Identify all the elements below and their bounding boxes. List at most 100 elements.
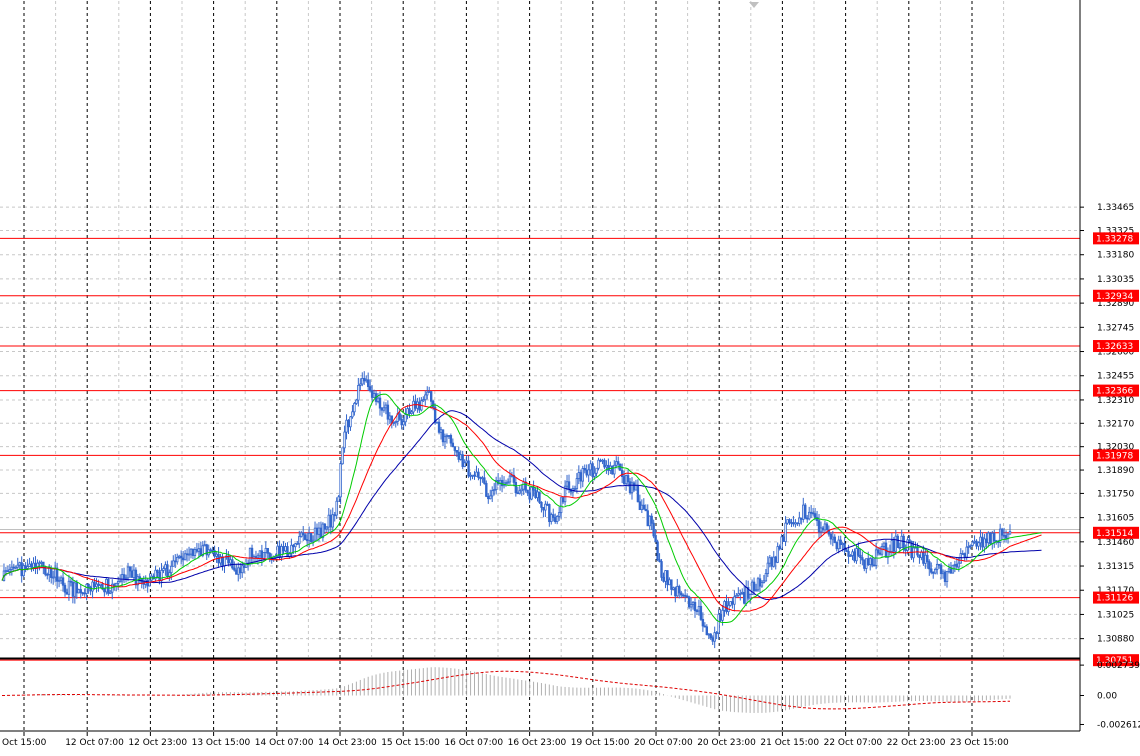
candle-body (939, 564, 943, 575)
candle-body (770, 557, 773, 567)
candle-body (258, 550, 262, 557)
candle-body (235, 569, 238, 575)
candle-body (953, 563, 957, 566)
candle-body (120, 574, 124, 582)
candle-body (199, 548, 203, 556)
candle-body (935, 563, 939, 570)
candle-body (870, 558, 874, 566)
candle-body (99, 583, 102, 586)
price-tick-label: 1.31025 (1097, 610, 1134, 620)
candle-body (685, 595, 689, 598)
price-tick-label: 1.32310 (1097, 396, 1134, 406)
candle-body (656, 541, 659, 561)
candle-body (370, 390, 374, 398)
candle-body (648, 515, 651, 527)
candle-body (447, 435, 451, 437)
candle-body (807, 511, 811, 520)
candle-body (164, 564, 167, 569)
candle-body (928, 561, 931, 570)
candle-body (221, 556, 224, 567)
candle-body (599, 459, 602, 462)
candle-body (624, 475, 628, 485)
candle-body (859, 554, 862, 559)
candle-body (833, 536, 836, 543)
candle-body (601, 459, 604, 462)
candle-body (853, 551, 856, 562)
candle-body (768, 557, 772, 564)
candle-body (699, 605, 703, 620)
candle-body (758, 578, 762, 587)
candle-body (947, 568, 951, 572)
candle-body (459, 454, 462, 460)
candle-body (555, 516, 559, 522)
candle-body (668, 579, 671, 586)
candle-body (715, 632, 718, 635)
candle-body (514, 481, 518, 494)
candle-body (95, 583, 98, 588)
candle-body (103, 588, 106, 593)
candle-body (278, 545, 281, 558)
candle-body (587, 469, 590, 476)
candle-body (97, 583, 100, 586)
candle-body (585, 469, 588, 476)
candle-body (48, 567, 51, 575)
candle-body (821, 527, 825, 531)
candle-body (733, 596, 736, 605)
candle-body (831, 536, 835, 540)
candle-body (189, 548, 193, 555)
candle-body (544, 503, 547, 511)
candle-body (113, 583, 116, 587)
candle-body (34, 562, 37, 568)
candle-body (526, 489, 529, 494)
candle-body (347, 419, 350, 428)
candle-body (85, 583, 88, 594)
candle-body (280, 546, 283, 558)
candle-body (678, 586, 681, 594)
candle-body (398, 413, 401, 420)
candle-body (518, 490, 521, 494)
level-label: 1.33278 (1096, 234, 1133, 244)
candle-body (1008, 531, 1012, 535)
candle-body (687, 596, 691, 608)
price-tick-label: 1.31750 (1097, 489, 1134, 499)
candle-body (443, 436, 447, 443)
candle-body (12, 566, 16, 569)
candle-body (16, 564, 19, 568)
candle-body (195, 549, 199, 552)
candle-body (898, 547, 901, 549)
candle-body (784, 522, 787, 542)
candle-body (900, 535, 903, 548)
candle-body (126, 566, 130, 579)
candle-body (794, 522, 797, 525)
candle-body (343, 431, 346, 449)
candle-body (589, 463, 592, 471)
candle-body (422, 399, 425, 402)
candle-body (579, 472, 583, 482)
candle-body (30, 563, 33, 568)
candle-body (644, 508, 647, 512)
candle-body (528, 492, 531, 500)
candle-body (500, 479, 504, 487)
candle-body (124, 577, 128, 580)
candle-body (18, 562, 21, 566)
candle-body (735, 595, 738, 598)
candle-body (309, 532, 313, 543)
candle-body (878, 552, 882, 555)
candle-body (191, 548, 195, 556)
candle-body (341, 447, 344, 465)
candle-body (912, 547, 915, 559)
candle-body (937, 563, 941, 566)
candle-body (6, 570, 10, 573)
candle-body (670, 579, 673, 590)
forex-chart[interactable]: 1.334651.333251.331801.330351.328901.327… (0, 0, 1140, 756)
candle-body (748, 594, 752, 599)
candle-body (426, 391, 429, 396)
candle-body (766, 562, 770, 574)
candle-body (93, 581, 96, 588)
candle-body (534, 489, 537, 499)
candle-body (703, 625, 707, 628)
candle-body (193, 549, 197, 556)
candle-body (872, 564, 876, 567)
candle-body (918, 554, 921, 558)
candle-body (711, 637, 714, 642)
